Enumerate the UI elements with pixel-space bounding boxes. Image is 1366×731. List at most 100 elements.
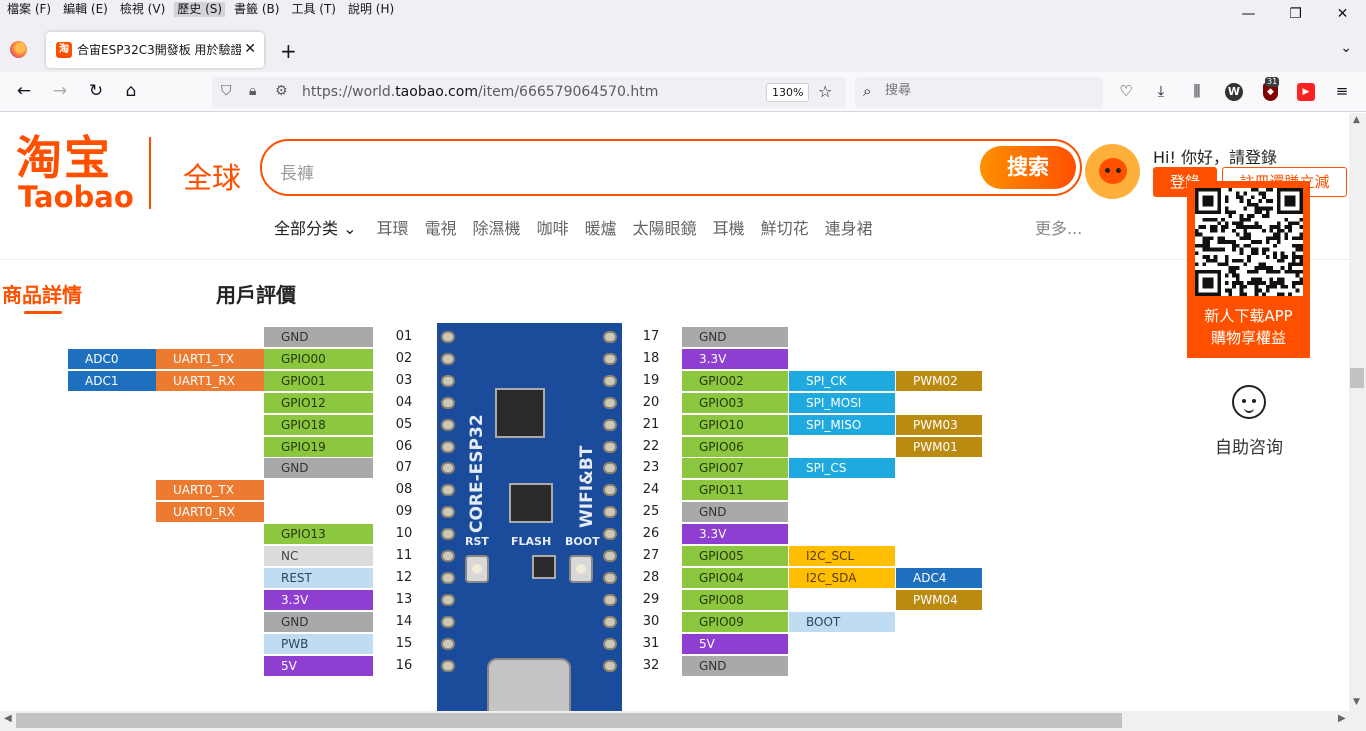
horizontal-scrollbar[interactable]: ◀ ▶ (0, 711, 1366, 731)
menu-item[interactable]: 歷史 (S) (174, 2, 226, 17)
self-service-widget[interactable]: 自助咨询 (1214, 385, 1284, 458)
category-link[interactable]: 鮮切花 (761, 215, 809, 239)
pocket-icon[interactable]: ♡ (1115, 82, 1137, 100)
pin-label: 5V (682, 634, 788, 654)
pin-number: 31 (642, 636, 660, 651)
home-icon[interactable]: ⌂ (119, 81, 143, 101)
pin-label: 3.3V (682, 524, 788, 544)
more-categories-link[interactable]: 更多... (1035, 215, 1082, 239)
pin-label: GPIO11 (682, 480, 788, 500)
pin-hole (441, 397, 455, 409)
lock-icon[interactable]: 🔒︎ (249, 83, 256, 99)
reload-icon[interactable]: ↻ (84, 81, 108, 101)
url-text[interactable]: https://world.taobao.com/item/6665790645… (302, 84, 658, 100)
menu-item[interactable]: 書籤 (B) (231, 2, 282, 17)
vertical-scrollbar[interactable]: ▲ ▼ (1349, 113, 1366, 711)
menu-item[interactable]: 檔案 (F) (4, 2, 54, 17)
url-bar[interactable]: ⛉ 🔒︎ ⚙ https://world.taobao.com/item/666… (212, 77, 846, 108)
pin-number: 27 (642, 548, 660, 563)
scroll-right-arrow-icon[interactable]: ▶ (1338, 713, 1346, 724)
scroll-down-arrow-icon[interactable]: ▼ (1353, 697, 1360, 707)
library-icon[interactable]: ⫼ (1186, 82, 1208, 100)
forward-arrow-icon[interactable]: → (48, 81, 72, 101)
taobao-logo-chinese[interactable]: 淘宝 (16, 133, 112, 183)
pin-number: 19 (642, 373, 660, 388)
back-arrow-icon[interactable]: ← (12, 81, 36, 101)
tab-product-details[interactable]: 商品詳情 (2, 279, 82, 308)
pin-hole (441, 572, 455, 584)
bookmark-star-icon[interactable]: ☆ (818, 82, 832, 101)
usb-chip (532, 555, 556, 579)
category-link[interactable]: 咖啡 (537, 215, 569, 239)
pin-hole (441, 638, 455, 650)
menu-item[interactable]: 說明 (H) (345, 2, 397, 17)
pin-label: GPIO13 (264, 524, 373, 544)
category-link[interactable]: 耳環 (377, 215, 409, 239)
pin-hole (603, 331, 617, 343)
pin-label: GPIO08 (682, 590, 788, 610)
pin-label: GND (682, 656, 788, 676)
pin-hole (603, 353, 617, 365)
taobao-logo-english[interactable]: Taobao (18, 181, 134, 213)
site-search-input[interactable]: 長褲 (280, 159, 314, 184)
all-categories-dropdown[interactable]: 全部分类 ⌄ (274, 215, 357, 239)
menu-item[interactable]: 編輯 (E) (60, 2, 111, 17)
pin-label: GPIO05 (682, 546, 788, 566)
qr-promo-line2: 購物享權益 (1210, 329, 1286, 347)
category-link[interactable]: 電視 (425, 215, 457, 239)
customer-service-icon (1232, 385, 1266, 419)
category-link[interactable]: 連身裙 (825, 215, 873, 239)
youtube-extension-icon[interactable]: ▶ (1297, 83, 1315, 101)
header-divider (0, 259, 1349, 260)
pin-function-label: PWM02 (896, 371, 982, 391)
tracking-shield-icon[interactable]: ⛉ (221, 83, 232, 99)
new-tab-plus-icon[interactable]: + (280, 39, 297, 63)
category-link[interactable]: 耳機 (713, 215, 745, 239)
downloads-icon[interactable]: ⤓ (1150, 82, 1172, 100)
pin-label: GPIO18 (264, 415, 373, 435)
category-link[interactable]: 除濕機 (473, 215, 521, 239)
wikipedia-extension-icon[interactable]: W (1225, 83, 1243, 101)
self-service-label: 自助咨询 (1215, 438, 1283, 458)
pin-hole (441, 528, 455, 540)
firefox-view-icon[interactable] (10, 41, 27, 58)
taobao-mascot-avatar[interactable] (1085, 144, 1140, 199)
search-bar[interactable]: ⌕ (855, 77, 1103, 108)
scroll-up-arrow-icon[interactable]: ▲ (1353, 115, 1360, 125)
list-all-tabs-chevron-icon[interactable]: ⌄ (1340, 40, 1352, 56)
pin-number: 03 (395, 373, 413, 388)
site-search-button[interactable]: 搜索 (980, 146, 1076, 189)
pin-number: 12 (395, 570, 413, 585)
zoom-level-badge[interactable]: 130% (766, 83, 810, 102)
app-download-qr-panel[interactable]: 新人下载APP 購物享權益 (1187, 181, 1310, 358)
pin-function-label: ADC4 (896, 568, 982, 588)
pin-label: GPIO01 (264, 371, 373, 391)
category-link[interactable]: 暖爐 (585, 215, 617, 239)
pin-hole (603, 572, 617, 584)
vertical-scroll-thumb[interactable] (1350, 368, 1364, 388)
pin-number: 09 (395, 504, 413, 519)
tab-close-icon[interactable]: ✕ (244, 41, 256, 57)
pin-hole (441, 550, 455, 562)
rst-button (465, 555, 489, 583)
tab-user-reviews[interactable]: 用戶評價 (216, 279, 296, 308)
menu-item[interactable]: 檢視 (V) (117, 2, 168, 17)
category-link[interactable]: 太陽眼鏡 (633, 215, 697, 239)
pin-function-label: UART1_RX (156, 371, 264, 391)
hamburger-menu-icon[interactable]: ≡ (1331, 82, 1353, 100)
pin-function-label: ADC1 (68, 371, 156, 391)
pin-number: 22 (642, 439, 660, 454)
scroll-left-arrow-icon[interactable]: ◀ (4, 713, 12, 724)
pin-hole (603, 462, 617, 474)
horizontal-scroll-thumb[interactable] (16, 713, 1122, 728)
permissions-icon[interactable]: ⚙ (275, 83, 288, 99)
search-input[interactable] (885, 83, 1085, 98)
browser-tab-active[interactable]: 淘 合宙ESP32C3開發板 用於驗證E ✕ (46, 32, 264, 68)
pin-function-label: PWM01 (896, 437, 982, 457)
pin-hole (603, 550, 617, 562)
pin-hole (603, 484, 617, 496)
pin-hole (603, 419, 617, 431)
site-search-box[interactable]: 長褲 搜索 (260, 139, 1082, 196)
pin-hole (441, 660, 455, 672)
menu-item[interactable]: 工具 (T) (288, 2, 339, 17)
